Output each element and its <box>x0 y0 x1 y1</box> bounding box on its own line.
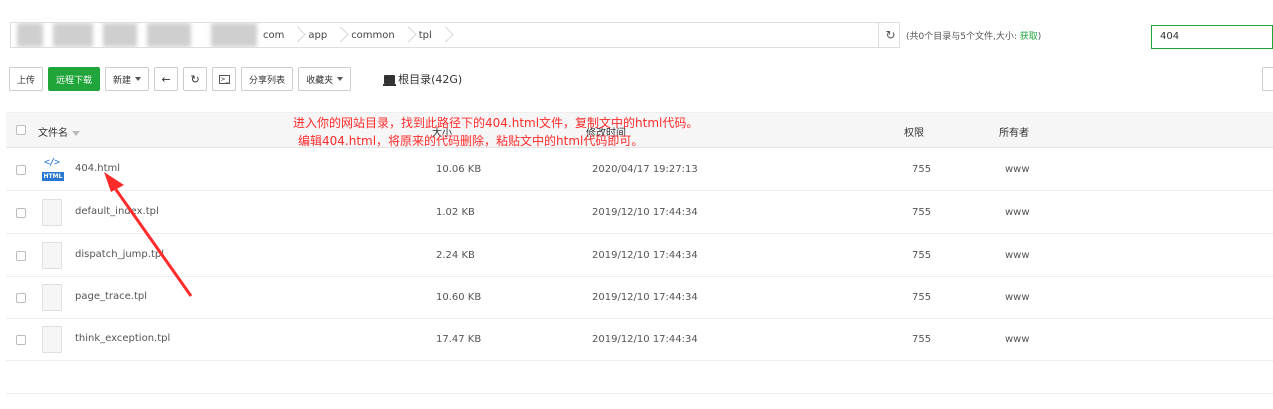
file-owner[interactable]: www <box>1005 292 1030 303</box>
file-owner[interactable]: www <box>1005 334 1030 345</box>
directory-summary-text: (共0个目录与5个文件,大小: <box>906 32 1020 42</box>
file-name[interactable]: page_trace.tpl <box>75 291 147 302</box>
caret-down-icon <box>337 77 344 81</box>
file-mtime: 2019/12/10 17:44:34 <box>592 207 698 218</box>
column-header-name[interactable]: 文件名 <box>38 124 80 139</box>
file-owner[interactable]: www <box>1005 164 1030 175</box>
root-directory-label: 根目录(42G) <box>398 73 463 86</box>
chevron-right-icon <box>333 23 345 47</box>
remote-download-button-label: 远程下载 <box>56 75 93 86</box>
redacted-path-segment <box>211 23 257 47</box>
breadcrumb-item[interactable]: common <box>345 23 413 47</box>
file-mtime: 2019/12/10 17:44:34 <box>592 292 698 303</box>
path-refresh-button[interactable]: ↻ <box>878 23 899 47</box>
breadcrumb-item[interactable]: tpl <box>413 23 450 47</box>
breadcrumb-item[interactable]: app <box>302 23 345 47</box>
chevron-right-icon <box>290 23 302 47</box>
upload-button-label: 上传 <box>17 75 36 86</box>
column-header-owner[interactable]: 所有者 <box>999 124 1029 139</box>
file-owner[interactable]: www <box>1005 207 1030 218</box>
back-button[interactable]: ← <box>154 67 179 91</box>
file-permission[interactable]: 755 <box>912 207 931 218</box>
root-directory-link[interactable]: 根目录(42G) <box>383 71 463 87</box>
breadcrumb: com app common tpl <box>257 23 450 47</box>
file-owner[interactable]: www <box>1005 250 1030 261</box>
chevron-right-icon <box>401 23 413 47</box>
file-icon <box>42 199 62 226</box>
favorites-button-label: 收藏夹 <box>306 75 334 86</box>
refresh-button[interactable]: ↻ <box>183 67 208 91</box>
file-size: 10.60 KB <box>436 292 482 303</box>
file-permission[interactable]: 755 <box>912 292 931 303</box>
select-all-checkbox[interactable] <box>16 125 26 135</box>
redacted-path-segment <box>53 23 93 47</box>
table-bottom-border <box>6 393 1273 394</box>
breadcrumb-label: app <box>308 29 328 41</box>
annotation-line-2: 编辑404.html，将原来的代码删除，粘贴文中的html代码即可。 <box>298 134 644 148</box>
redacted-path-segment <box>147 23 191 47</box>
file-size: 10.06 KB <box>436 164 482 175</box>
remote-download-button[interactable]: 远程下载 <box>48 67 101 91</box>
share-list-button-label: 分享列表 <box>249 75 286 86</box>
toolbar: 上传 远程下载 新建 ← ↻ >_ 分享列表 收藏夹 根目录(42G) <box>9 67 462 91</box>
file-permission[interactable]: 755 <box>912 164 931 175</box>
share-list-button[interactable]: 分享列表 <box>241 67 294 91</box>
file-icon <box>42 326 62 353</box>
sort-down-icon <box>72 130 80 136</box>
file-icon <box>42 284 62 311</box>
file-mtime: 2019/12/10 17:44:34 <box>592 250 698 261</box>
refresh-icon: ↻ <box>190 72 200 86</box>
table-row[interactable]: think_exception.tpl 17.47 KB 2019/12/10 … <box>6 319 1273 361</box>
column-header-permission[interactable]: 权限 <box>904 124 924 139</box>
row-checkbox[interactable] <box>16 293 26 303</box>
chevron-right-icon <box>438 23 450 47</box>
terminal-button[interactable]: >_ <box>212 67 237 91</box>
file-permission[interactable]: 755 <box>912 250 931 261</box>
file-name[interactable]: dispatch_jump.tpl <box>75 249 164 260</box>
fetch-size-link[interactable]: 获取 <box>1020 32 1038 42</box>
toolbar-overflow-button[interactable] <box>1262 67 1273 91</box>
file-mtime: 2020/04/17 19:27:13 <box>592 164 698 175</box>
row-checkbox[interactable] <box>16 251 26 261</box>
file-table: 文件名 大小 修改时间 权限 所有者 </> HTML 404.html 10.0… <box>6 112 1273 392</box>
directory-summary-close: ) <box>1037 32 1042 42</box>
file-name[interactable]: think_exception.tpl <box>75 333 170 344</box>
file-size: 2.24 KB <box>436 250 475 261</box>
table-row[interactable]: dispatch_jump.tpl 2.24 KB 2019/12/10 17:… <box>6 235 1273 277</box>
breadcrumb-label: com <box>263 29 285 41</box>
redacted-path-segment <box>103 23 137 47</box>
table-row[interactable]: default_index.tpl 1.02 KB 2019/12/10 17:… <box>6 192 1273 234</box>
table-row[interactable]: </> HTML 404.html 10.06 KB 2020/04/17 19:… <box>6 149 1273 191</box>
refresh-icon: ↻ <box>885 28 896 42</box>
file-icon <box>42 242 62 269</box>
row-checkbox[interactable] <box>16 165 26 175</box>
html-file-icon: </> HTML <box>42 156 64 183</box>
file-name[interactable]: 404.html <box>75 163 120 174</box>
directory-summary: (共0个目录与5个文件,大小: 获取) <box>906 29 1041 42</box>
file-size: 17.47 KB <box>436 334 482 345</box>
file-name[interactable]: default_index.tpl <box>75 206 159 217</box>
path-bar[interactable]: com app common tpl ↻ <box>10 22 900 48</box>
row-checkbox[interactable] <box>16 208 26 218</box>
file-mtime: 2019/12/10 17:44:34 <box>592 334 698 345</box>
upload-button[interactable]: 上传 <box>9 67 44 91</box>
row-checkbox[interactable] <box>16 335 26 345</box>
breadcrumb-label: tpl <box>418 29 432 41</box>
new-button-label: 新建 <box>113 75 132 86</box>
arrow-left-icon: ← <box>161 72 171 86</box>
breadcrumb-item[interactable]: com <box>257 23 302 47</box>
column-header-name-label: 文件名 <box>38 128 68 139</box>
hard-disk-icon <box>383 74 397 86</box>
new-dropdown-button[interactable]: 新建 <box>105 67 150 91</box>
file-permission[interactable]: 755 <box>912 334 931 345</box>
redacted-path-segment <box>17 23 43 47</box>
table-row[interactable]: page_trace.tpl 10.60 KB 2019/12/10 17:44… <box>6 277 1273 319</box>
terminal-icon: >_ <box>218 74 230 84</box>
breadcrumb-label: common <box>351 29 395 41</box>
search-input[interactable]: 404 <box>1151 25 1273 49</box>
file-size: 1.02 KB <box>436 207 475 218</box>
caret-down-icon <box>135 77 142 81</box>
favorites-dropdown-button[interactable]: 收藏夹 <box>298 67 352 91</box>
annotation-line-1: 进入你的网站目录，找到此路径下的404.html文件，复制文中的html代码。 <box>293 116 699 130</box>
